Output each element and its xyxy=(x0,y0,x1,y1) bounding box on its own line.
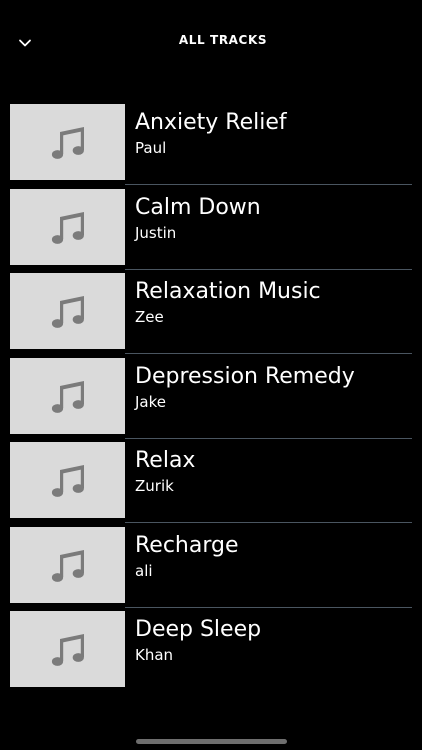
track-artist: Justin xyxy=(135,223,177,242)
track-title: Deep Sleep xyxy=(135,617,262,642)
music-note-icon xyxy=(51,127,84,159)
track-thumbnail xyxy=(10,611,125,687)
track-row[interactable]: Calm Down Justin xyxy=(0,188,422,274)
track-title: Recharge xyxy=(135,532,239,558)
track-thumbnail xyxy=(10,526,125,603)
home-indicator[interactable] xyxy=(136,739,287,744)
track-artist: Khan xyxy=(135,646,174,664)
track-artist: Zurik xyxy=(135,477,174,495)
row-divider xyxy=(125,606,412,608)
track-thumbnail xyxy=(10,357,125,434)
track-row[interactable]: Deep Sleep Khan xyxy=(0,611,422,696)
track-thumbnail xyxy=(10,273,125,349)
header: ALL TRACKS xyxy=(0,0,422,82)
music-note-icon xyxy=(51,296,84,328)
row-divider xyxy=(125,437,412,439)
row-divider xyxy=(125,353,412,354)
track-title: Relaxation Music xyxy=(135,279,321,304)
music-note-icon xyxy=(51,380,84,413)
page-title: ALL TRACKS xyxy=(178,33,268,47)
row-divider xyxy=(125,268,412,270)
music-note-icon xyxy=(51,211,84,244)
track-artist: Jake xyxy=(135,392,166,411)
track-artist: Paul xyxy=(135,139,167,157)
music-note-icon xyxy=(51,634,84,666)
track-artist: Zee xyxy=(135,308,164,326)
track-thumbnail xyxy=(10,188,125,265)
music-note-icon xyxy=(51,465,84,497)
track-title: Calm Down xyxy=(135,194,261,220)
track-title: Anxiety Relief xyxy=(135,110,287,135)
row-divider xyxy=(125,522,412,523)
music-note-icon xyxy=(51,549,84,582)
track-thumbnail xyxy=(10,104,125,180)
track-row[interactable]: Relax Zurik xyxy=(0,442,422,527)
track-row[interactable]: Recharge ali xyxy=(0,526,422,612)
row-divider xyxy=(125,184,412,185)
track-title: Relax xyxy=(135,448,196,473)
track-title: Depression Remedy xyxy=(135,363,355,389)
track-artist: ali xyxy=(135,561,153,580)
track-row[interactable]: Depression Remedy Jake xyxy=(0,357,422,443)
track-list: Anxiety Relief Paul Calm Down Justin Rel… xyxy=(0,104,422,696)
track-thumbnail xyxy=(10,442,125,518)
track-row[interactable]: Relaxation Music Zee xyxy=(0,273,422,358)
track-row[interactable]: Anxiety Relief Paul xyxy=(0,104,422,189)
